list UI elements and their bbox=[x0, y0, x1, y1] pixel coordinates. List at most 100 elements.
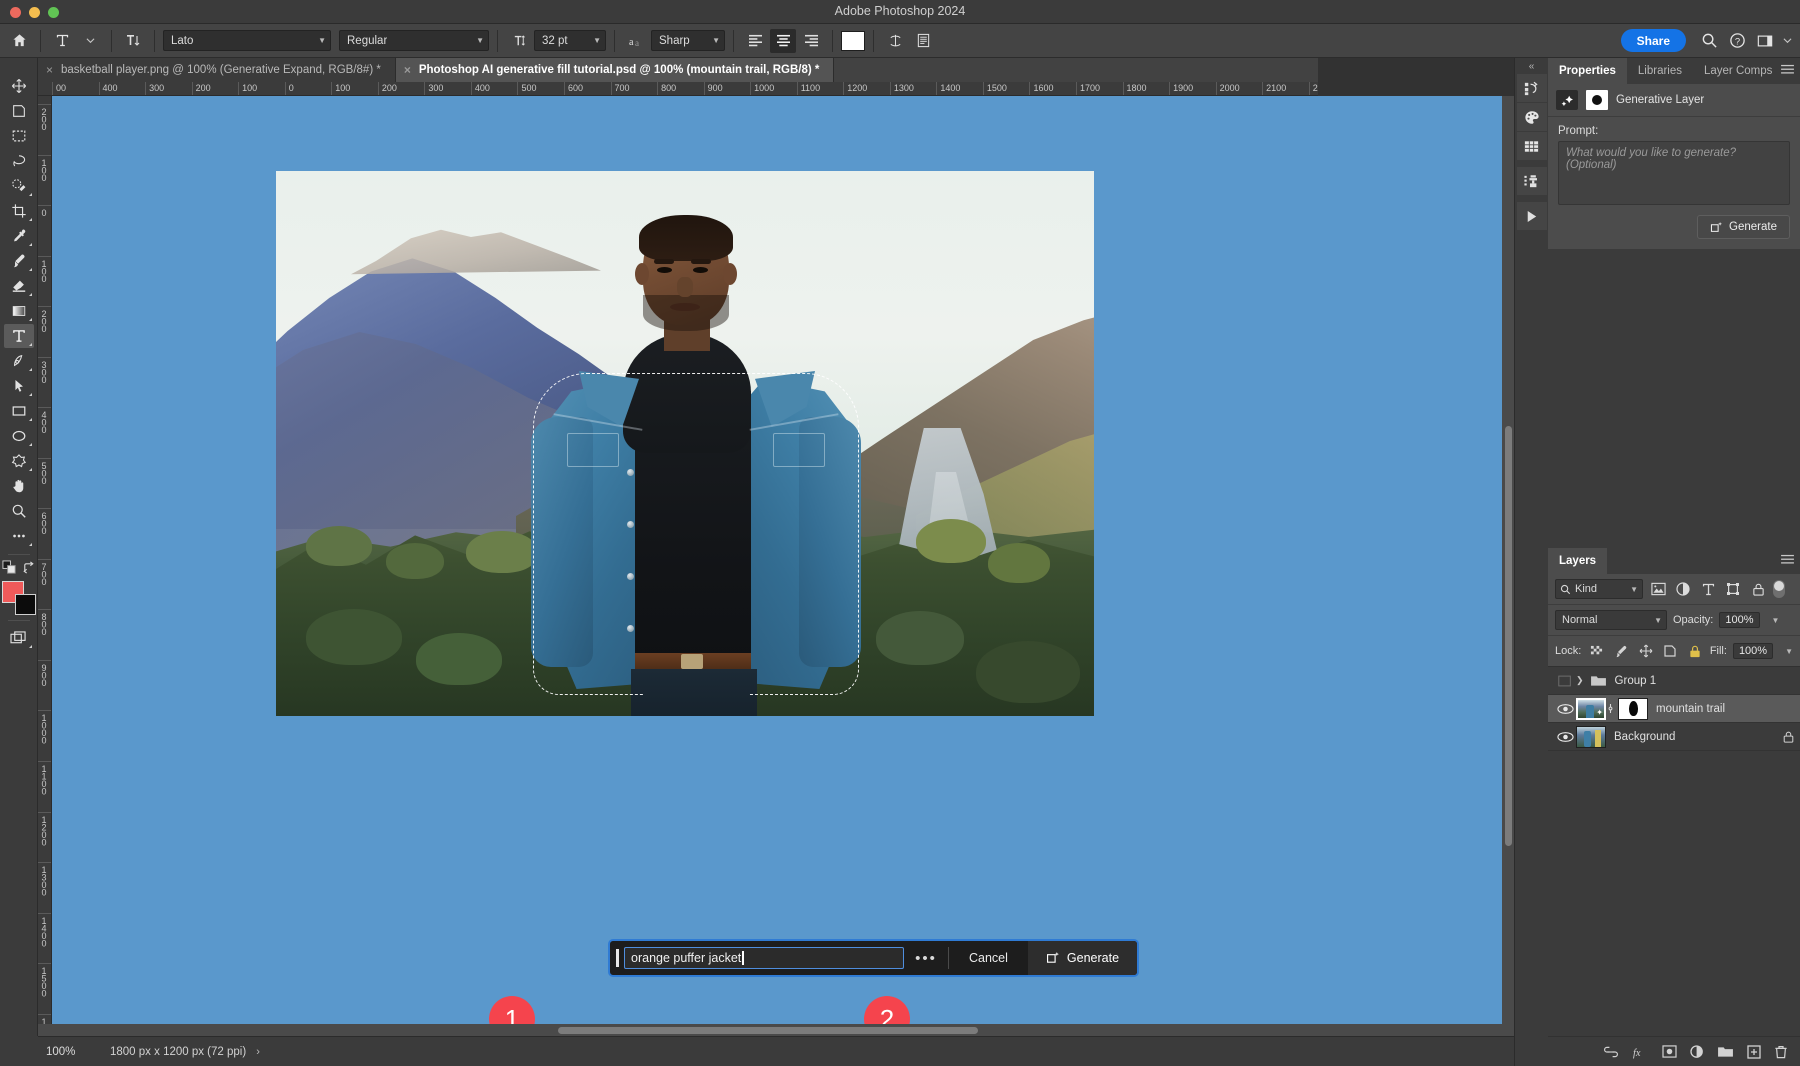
zoom-tool[interactable] bbox=[4, 499, 34, 523]
shape-filter-icon[interactable] bbox=[1723, 579, 1743, 599]
eyedropper-tool[interactable] bbox=[4, 224, 34, 248]
workspace-icon[interactable] bbox=[1752, 29, 1778, 53]
scroll-thumb[interactable] bbox=[558, 1027, 978, 1034]
filter-toggle-icon[interactable] bbox=[1773, 580, 1785, 598]
lasso-tool[interactable] bbox=[4, 149, 34, 173]
lock-all-icon[interactable] bbox=[1685, 641, 1704, 661]
tab-layer-comps[interactable]: Layer Comps bbox=[1693, 58, 1783, 84]
layer-name-mountain-trail[interactable]: mountain trail bbox=[1656, 703, 1725, 715]
cancel-button[interactable]: Cancel bbox=[949, 951, 1028, 965]
new-group-icon[interactable] bbox=[1717, 1045, 1734, 1058]
home-icon[interactable] bbox=[6, 29, 32, 53]
generative-fill-bar[interactable]: orange puffer jacket ••• Cancel Generate bbox=[608, 939, 1139, 977]
color-swatches[interactable] bbox=[2, 581, 36, 615]
font-family-select[interactable]: Lato ▼ bbox=[163, 30, 331, 51]
more-tools-ellipsis-icon[interactable] bbox=[4, 524, 34, 548]
fill-value[interactable]: 100% bbox=[1733, 643, 1773, 659]
adjustment-filter-icon[interactable] bbox=[1673, 579, 1693, 599]
swatches-grid-icon[interactable] bbox=[1517, 132, 1547, 160]
tab-layers[interactable]: Layers bbox=[1548, 548, 1607, 574]
text-color-swatch[interactable] bbox=[841, 31, 865, 51]
artboard-image[interactable] bbox=[276, 171, 1094, 716]
subject-person[interactable] bbox=[531, 221, 861, 716]
lock-image-pixels-icon[interactable] bbox=[1612, 641, 1631, 661]
close-icon[interactable]: × bbox=[404, 63, 411, 77]
generative-prompt-input[interactable]: orange puffer jacket bbox=[624, 947, 904, 969]
close-icon[interactable]: × bbox=[46, 63, 53, 77]
scroll-thumb[interactable] bbox=[1505, 426, 1512, 846]
canvas-vertical-scrollbar[interactable] bbox=[1502, 96, 1514, 1024]
opacity-value[interactable]: 100% bbox=[1719, 612, 1759, 628]
pen-tool[interactable] bbox=[4, 349, 34, 373]
layer-row-background[interactable]: Background bbox=[1548, 723, 1800, 751]
anti-alias-select[interactable]: Sharp ▼ bbox=[651, 30, 725, 51]
generate-button[interactable]: Generate bbox=[1028, 939, 1137, 977]
share-button[interactable]: Share bbox=[1621, 29, 1686, 52]
character-panel-icon[interactable] bbox=[910, 29, 936, 53]
lock-position-icon[interactable] bbox=[1636, 641, 1655, 661]
visibility-toggle-off[interactable] bbox=[1554, 674, 1576, 688]
rectangle-tool[interactable] bbox=[4, 399, 34, 423]
zoom-level[interactable]: 100% bbox=[46, 1046, 100, 1058]
lock-artboard-nesting-icon[interactable] bbox=[1661, 641, 1680, 661]
type-filter-icon[interactable] bbox=[1698, 579, 1718, 599]
align-right-icon[interactable] bbox=[798, 29, 824, 53]
layer-row-group-1[interactable]: ❯ Group 1 bbox=[1548, 667, 1800, 695]
brush-tool[interactable] bbox=[4, 249, 34, 273]
move-tool[interactable] bbox=[4, 74, 34, 98]
swap-colors-icon[interactable] bbox=[22, 561, 35, 574]
layer-style-fx-icon[interactable]: fx bbox=[1632, 1045, 1649, 1059]
blend-mode-select[interactable]: Normal ▼ bbox=[1555, 610, 1667, 630]
default-colors-icon[interactable] bbox=[2, 560, 17, 575]
search-icon[interactable] bbox=[1696, 29, 1722, 53]
custom-shape-tool[interactable] bbox=[4, 449, 34, 473]
panel-menu-icon[interactable] bbox=[1781, 64, 1794, 75]
path-selection-tool[interactable] bbox=[4, 374, 34, 398]
document-tab-1[interactable]: × basketball player.png @ 100% (Generati… bbox=[38, 58, 396, 82]
font-style-select[interactable]: Regular ▼ bbox=[339, 30, 489, 51]
hand-tool[interactable] bbox=[4, 474, 34, 498]
object-selection-tool[interactable] bbox=[4, 174, 34, 198]
layer-kind-select[interactable]: Kind ▼ bbox=[1555, 579, 1643, 599]
type-tool-icon[interactable] bbox=[49, 29, 75, 53]
text-orientation-icon[interactable] bbox=[120, 29, 146, 53]
layer-name-group-1[interactable]: Group 1 bbox=[1615, 675, 1657, 687]
gradient-tool[interactable] bbox=[4, 299, 34, 323]
layer-mask-thumbnail[interactable] bbox=[1618, 698, 1648, 720]
layer-row-mountain-trail[interactable]: ✦ mountain trail bbox=[1548, 695, 1800, 723]
chevron-right-icon[interactable]: ❯ bbox=[1576, 675, 1584, 686]
eraser-tool[interactable] bbox=[4, 274, 34, 298]
layer-thumbnail[interactable] bbox=[1576, 726, 1606, 748]
tab-properties[interactable]: Properties bbox=[1548, 58, 1627, 84]
help-icon[interactable]: ? bbox=[1724, 29, 1750, 53]
collapse-panels-icon[interactable]: « bbox=[1529, 58, 1535, 74]
new-layer-icon[interactable] bbox=[1747, 1045, 1761, 1059]
delete-layer-icon[interactable] bbox=[1774, 1045, 1788, 1059]
new-adjustment-layer-icon[interactable] bbox=[1690, 1045, 1704, 1059]
layer-thumbnail[interactable]: ✦ bbox=[1576, 698, 1606, 720]
add-layer-mask-icon[interactable] bbox=[1662, 1045, 1677, 1058]
chevron-down-icon[interactable] bbox=[1780, 29, 1794, 53]
tab-libraries[interactable]: Libraries bbox=[1627, 58, 1693, 84]
font-size-select[interactable]: 32 pt ▼ bbox=[534, 30, 606, 51]
properties-generate-button[interactable]: Generate bbox=[1697, 215, 1790, 239]
ellipse-tool[interactable] bbox=[4, 424, 34, 448]
canvas-area[interactable]: orange puffer jacket ••• Cancel Generate… bbox=[52, 96, 1548, 1036]
screen-mode-icon[interactable] bbox=[4, 626, 34, 650]
rectangular-marquee-tool[interactable] bbox=[4, 124, 34, 148]
chevron-down-icon[interactable]: ▼ bbox=[1772, 616, 1780, 625]
history-icon[interactable] bbox=[1517, 74, 1547, 102]
artboard-tool[interactable] bbox=[4, 99, 34, 123]
warp-text-icon[interactable] bbox=[882, 29, 908, 53]
chevron-down-icon[interactable]: ▼ bbox=[1785, 647, 1793, 656]
actions-play-icon[interactable] bbox=[1517, 202, 1547, 230]
smart-object-filter-icon[interactable] bbox=[1748, 579, 1768, 599]
pixel-filter-icon[interactable] bbox=[1648, 579, 1668, 599]
color-palette-icon[interactable] bbox=[1517, 103, 1547, 131]
background-color-swatch[interactable] bbox=[15, 594, 36, 615]
visibility-toggle-on[interactable] bbox=[1554, 703, 1576, 715]
canvas-horizontal-scrollbar[interactable] bbox=[38, 1024, 1548, 1036]
align-left-icon[interactable] bbox=[742, 29, 768, 53]
align-center-icon[interactable] bbox=[770, 29, 796, 53]
properties-prompt-input[interactable]: What would you like to generate? (Option… bbox=[1558, 141, 1790, 205]
